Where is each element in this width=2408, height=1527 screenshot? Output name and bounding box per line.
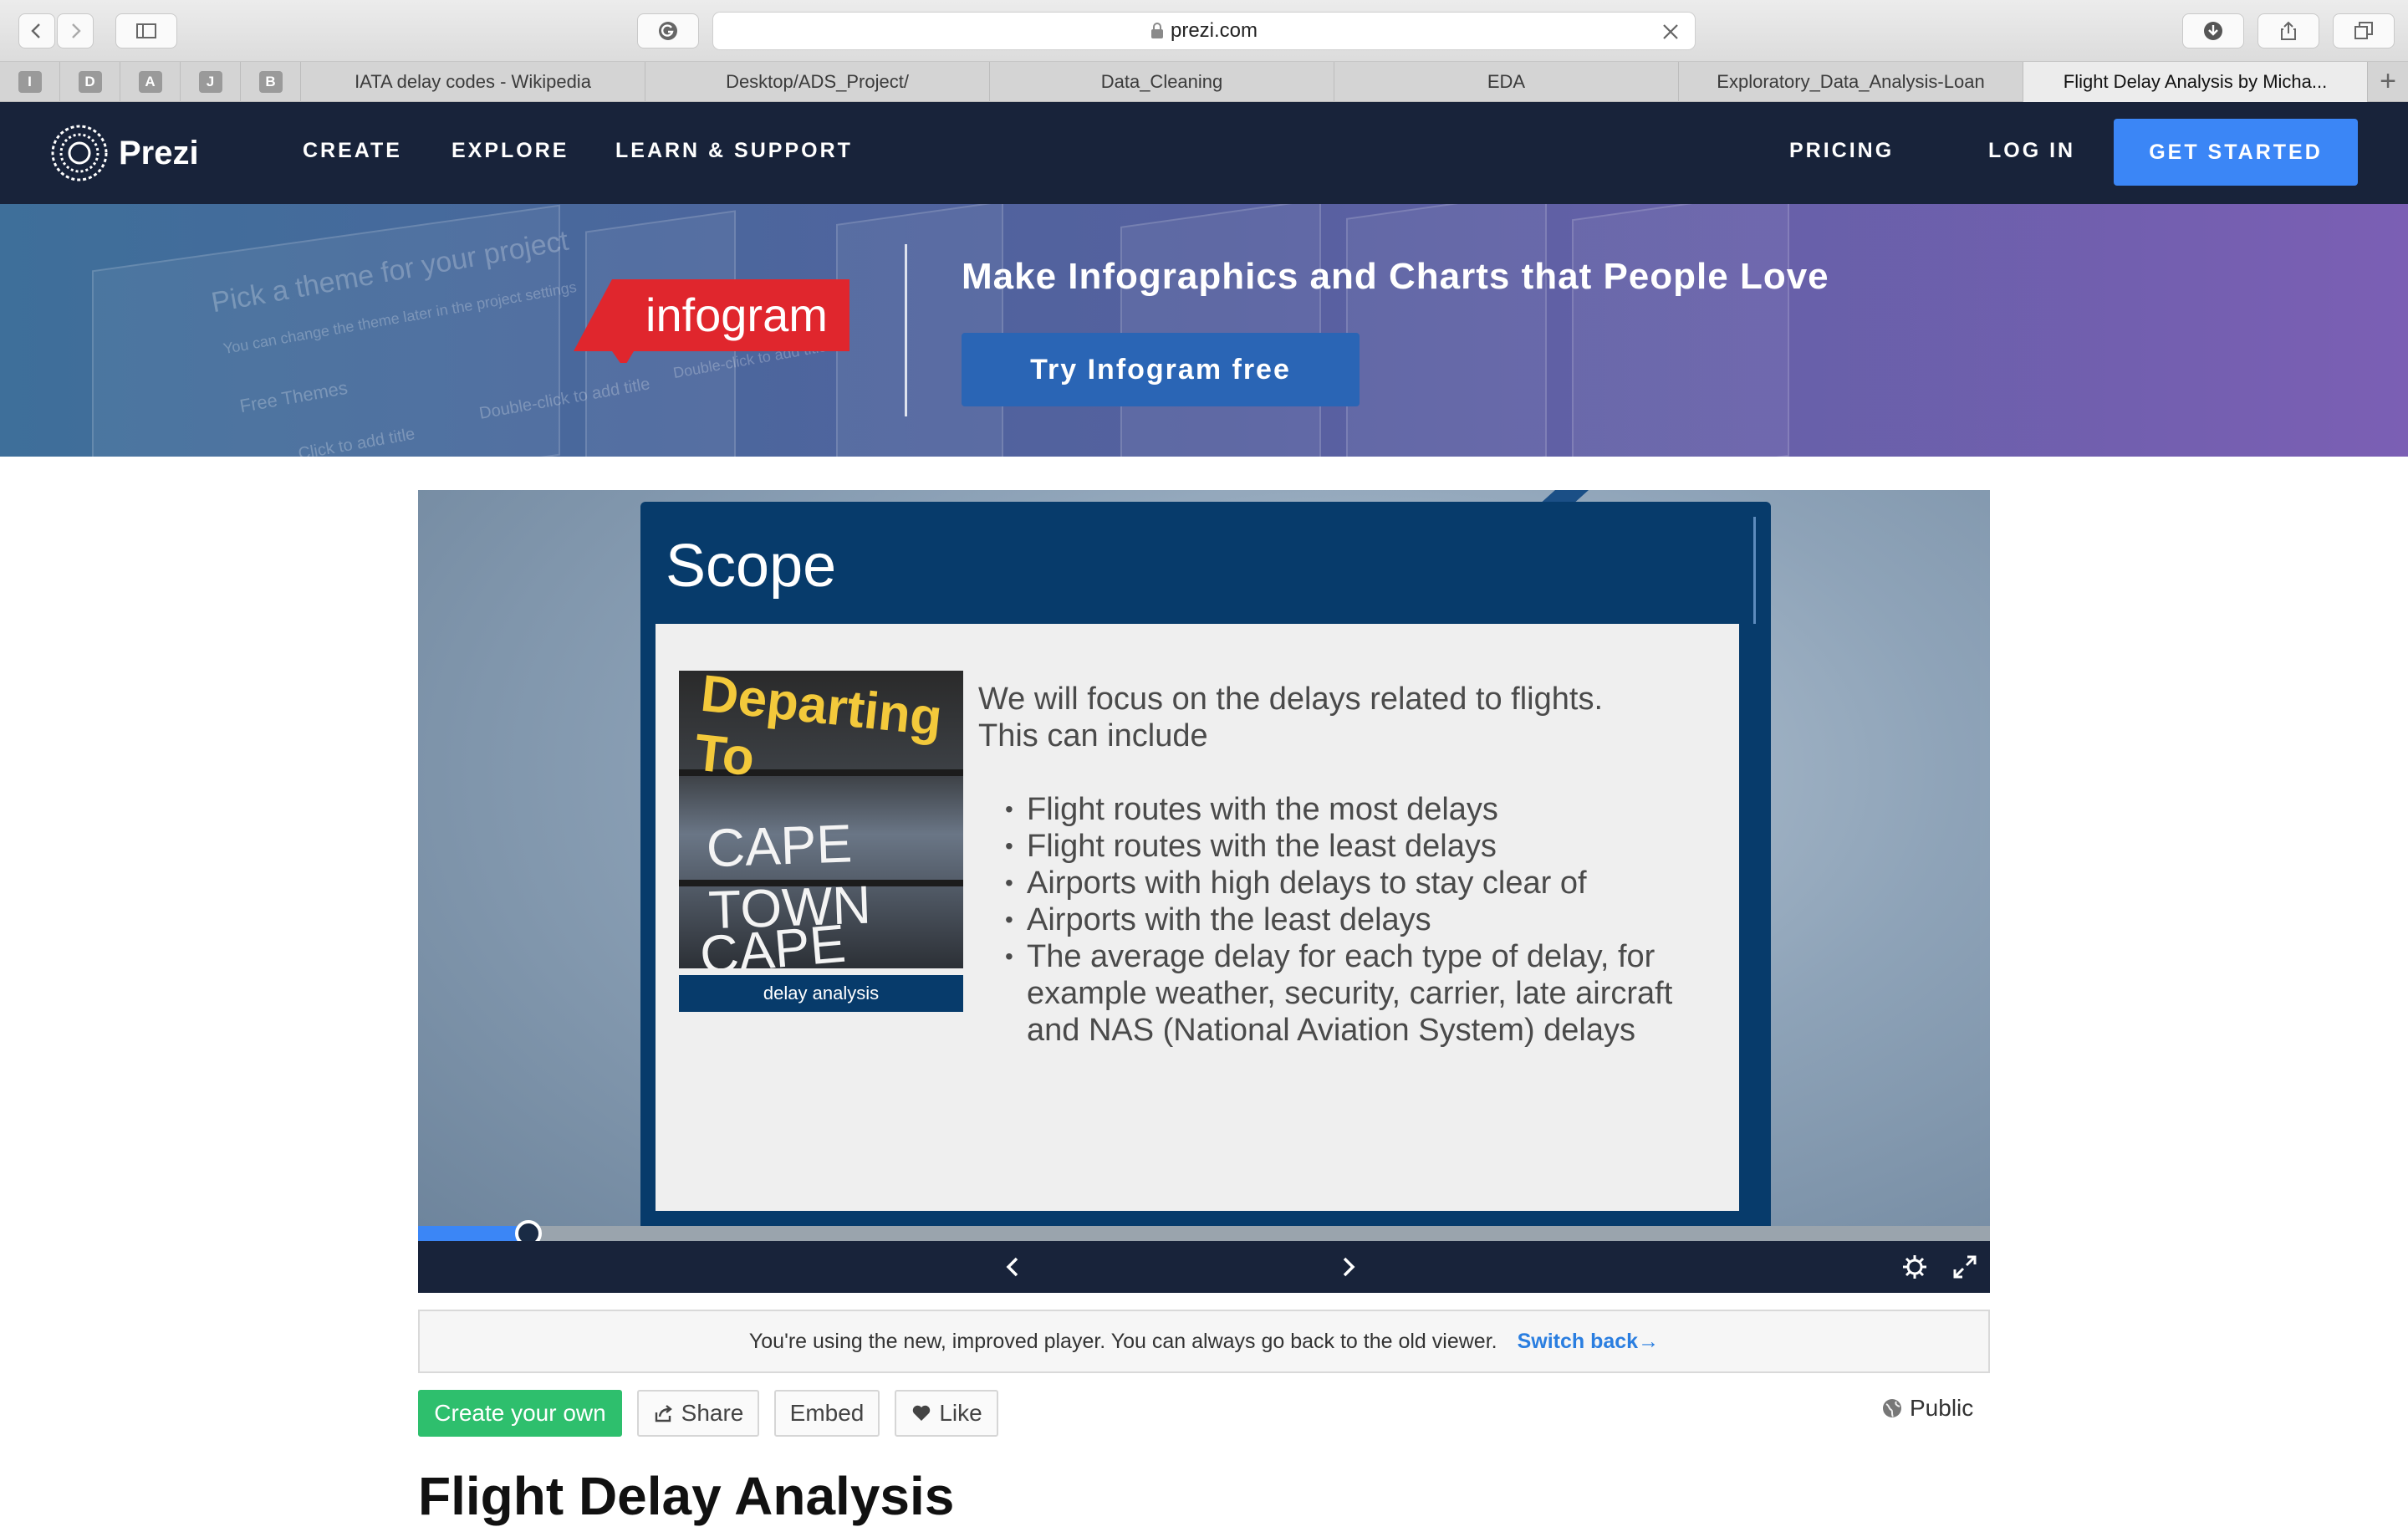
- pinned-tab-label: B: [258, 71, 283, 93]
- infogram-badge-text: infogram: [645, 289, 828, 341]
- progress-fill: [418, 1226, 528, 1241]
- tab-data-cleaning[interactable]: Data_Cleaning: [990, 62, 1334, 102]
- infogram-logo: infogram: [574, 279, 849, 363]
- scope-list: Flight routes with the most delays Fligh…: [978, 791, 1714, 1049]
- like-label: Like: [939, 1400, 982, 1426]
- nav-pricing[interactable]: PRICING: [1789, 139, 1894, 163]
- url-text: prezi.com: [1170, 19, 1258, 42]
- lock-icon: [1150, 23, 1163, 38]
- site-nav: Prezi CREATE EXPLORE LEARN & SUPPORT PRI…: [0, 102, 2408, 204]
- tabs-overview-button[interactable]: [2333, 13, 2395, 49]
- heart-icon: [913, 1405, 931, 1421]
- try-infogram-button[interactable]: Try Infogram free: [962, 333, 1360, 406]
- slide-body: We will focus on the delays related to f…: [978, 681, 1714, 1049]
- pinned-tab-label: D: [78, 71, 102, 93]
- like-button[interactable]: Like: [895, 1390, 998, 1437]
- pinned-tab[interactable]: D: [60, 62, 120, 102]
- board-text-departing: Departing To: [691, 671, 945, 788]
- brand-name: Prezi: [119, 134, 199, 171]
- pinned-tab-label: A: [138, 71, 162, 93]
- list-item: Airports with the least delays: [1005, 901, 1714, 938]
- list-item: The average delay for each type of delay…: [1005, 938, 1714, 1049]
- share-icon: [2281, 21, 2296, 40]
- list-item: Flight routes with the least delays: [1005, 828, 1714, 865]
- banner-bg-card: [836, 204, 1003, 457]
- settings-gear-icon[interactable]: [1901, 1254, 1928, 1280]
- list-item: Flight routes with the most delays: [1005, 791, 1714, 828]
- back-button[interactable]: [18, 13, 55, 49]
- banner-divider: [905, 244, 907, 416]
- tab-eda[interactable]: EDA: [1334, 62, 1679, 102]
- nav-login[interactable]: LOG IN: [1988, 139, 2075, 163]
- next-step-icon[interactable]: [1334, 1254, 1361, 1280]
- switch-back-link[interactable]: Switch back→: [1518, 1330, 1660, 1354]
- slide-title: Scope: [666, 533, 837, 600]
- pinned-tab[interactable]: A: [120, 62, 181, 102]
- visibility-status: Public: [1881, 1395, 1973, 1422]
- banner-bg-card: [1120, 204, 1321, 457]
- close-icon[interactable]: [1660, 21, 1681, 43]
- player-notice: You're using the new, improved player. Y…: [418, 1310, 1990, 1373]
- globe-icon: [1883, 1399, 1901, 1417]
- infogram-banner[interactable]: Pick a theme for your project You can ch…: [0, 204, 2408, 457]
- new-tab-button[interactable]: +: [2368, 62, 2408, 101]
- prev-step-icon[interactable]: [1000, 1254, 1027, 1280]
- slide-intro: We will focus on the delays related to f…: [978, 682, 1604, 717]
- progress-bar[interactable]: [418, 1220, 1990, 1247]
- prezi-logo-icon: [51, 125, 108, 181]
- chevron-left-icon: [31, 23, 40, 38]
- sidebar-button[interactable]: [115, 13, 177, 49]
- chevron-right-icon: [72, 23, 81, 38]
- browser-toolbar: prezi.com: [0, 0, 2408, 62]
- departure-board-image: Departing To CAPE TOWN CAPE TOWN: [679, 671, 963, 968]
- prezi-player[interactable]: Scope Departing To CAPE TOWN CAPE TOWN d…: [418, 490, 1990, 1293]
- banner-bg-card: [1346, 204, 1547, 457]
- nav-explore[interactable]: EXPLORE: [452, 139, 569, 163]
- image-caption: delay analysis: [679, 975, 963, 1012]
- player-controls: [418, 1241, 1990, 1293]
- extension-button[interactable]: [637, 13, 699, 49]
- nav-create[interactable]: CREATE: [303, 139, 402, 163]
- slide-accent-line: [1753, 517, 1756, 624]
- notice-text: You're using the new, improved player. Y…: [748, 1329, 1497, 1353]
- grammarly-icon: [659, 22, 677, 40]
- pinned-tab-label: J: [198, 71, 222, 93]
- download-icon: [2204, 22, 2222, 40]
- prezi-logo[interactable]: Prezi: [50, 124, 199, 182]
- pinned-tab[interactable]: J: [181, 62, 241, 102]
- address-bar[interactable]: prezi.com: [712, 12, 1696, 50]
- embed-button[interactable]: Embed: [774, 1390, 880, 1437]
- banner-headline: Make Infographics and Charts that People…: [962, 256, 1829, 297]
- banner-bg-card: [1572, 204, 1789, 457]
- slide-intro: This can include: [978, 718, 1208, 753]
- tabs-icon: [2354, 22, 2373, 39]
- fullscreen-icon[interactable]: [1951, 1254, 1978, 1280]
- share-page-button[interactable]: [2258, 13, 2319, 49]
- share-icon: [655, 1405, 672, 1422]
- page-title: Flight Delay Analysis: [418, 1466, 955, 1526]
- slide-content: Departing To CAPE TOWN CAPE TOWN delay a…: [656, 624, 1739, 1211]
- tab-flight-delay[interactable]: Flight Delay Analysis by Micha...: [2023, 62, 2368, 102]
- pinned-tab[interactable]: I: [0, 62, 60, 102]
- tab-ads-project[interactable]: Desktop/ADS_Project/: [645, 62, 990, 102]
- pinned-tab[interactable]: B: [241, 62, 301, 102]
- tab-bar: I D A J B IATA delay codes - Wikipedia D…: [0, 62, 2408, 102]
- downloads-button[interactable]: [2182, 13, 2244, 49]
- pinned-tab-label: I: [18, 71, 42, 93]
- forward-button[interactable]: [57, 13, 94, 49]
- share-button[interactable]: Share: [637, 1390, 759, 1437]
- tab-iata[interactable]: IATA delay codes - Wikipedia: [301, 62, 645, 102]
- tab-eda-loan[interactable]: Exploratory_Data_Analysis-Loan: [1679, 62, 2023, 102]
- create-your-own-button[interactable]: Create your own: [418, 1390, 622, 1437]
- sidebar-icon: [136, 23, 156, 38]
- list-item: Airports with high delays to stay clear …: [1005, 865, 1714, 901]
- slide: Scope Departing To CAPE TOWN CAPE TOWN d…: [640, 502, 1771, 1231]
- share-label: Share: [681, 1400, 744, 1426]
- nav-learn-support[interactable]: LEARN & SUPPORT: [615, 139, 853, 163]
- visibility-label: Public: [1910, 1395, 1974, 1421]
- get-started-button[interactable]: GET STARTED: [2114, 119, 2358, 186]
